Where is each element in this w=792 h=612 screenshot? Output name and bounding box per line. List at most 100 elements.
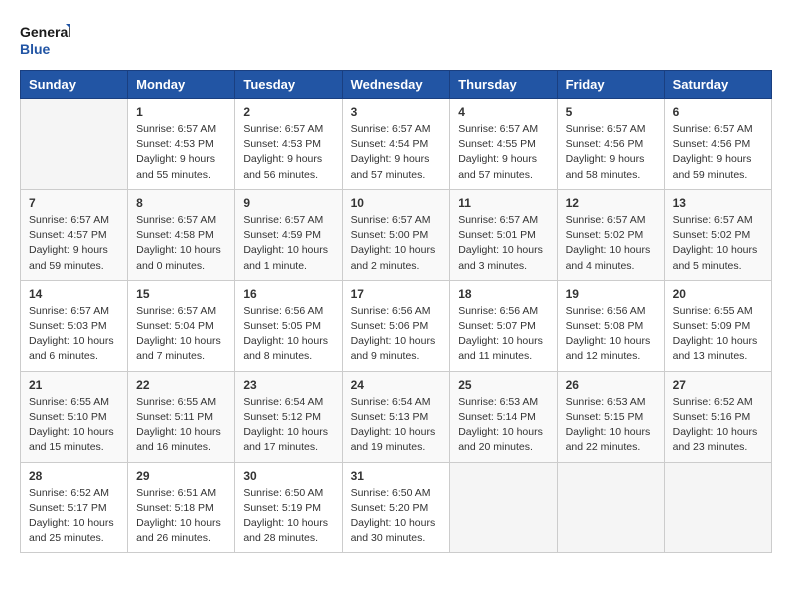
day-number: 14	[29, 287, 119, 301]
day-number: 11	[458, 196, 548, 210]
day-number: 18	[458, 287, 548, 301]
calendar-cell: 26Sunrise: 6:53 AMSunset: 5:15 PMDayligh…	[557, 371, 664, 462]
day-number: 27	[673, 378, 763, 392]
calendar-cell: 11 Sunrise: 6:57 AMSunset: 5:01 PMDayligh…	[450, 189, 557, 280]
day-info: Sunrise: 6:57 AMSunset: 4:58 PMDaylight:…	[136, 213, 226, 274]
day-number: 24	[351, 378, 442, 392]
day-info: Sunrise: 6:52 AMSunset: 5:16 PMDaylight:…	[673, 395, 763, 456]
calendar-cell: 17Sunrise: 6:56 AMSunset: 5:06 PMDayligh…	[342, 280, 450, 371]
weekday-header: Tuesday	[235, 71, 342, 99]
day-info: Sunrise: 6:57 AMSunset: 4:59 PMDaylight:…	[243, 213, 333, 274]
calendar-table: SundayMondayTuesdayWednesdayThursdayFrid…	[20, 70, 772, 553]
svg-text:General: General	[20, 24, 70, 40]
day-number: 22	[136, 378, 226, 392]
page-header: General Blue	[20, 20, 772, 60]
day-number: 23	[243, 378, 333, 392]
day-info: Sunrise: 6:52 AMSunset: 5:17 PMDaylight:…	[29, 486, 119, 547]
day-number: 12	[566, 196, 656, 210]
day-info: Sunrise: 6:57 AMSunset: 4:53 PMDaylight:…	[136, 122, 226, 183]
day-info: Sunrise: 6:57 AMSunset: 4:56 PMDaylight:…	[566, 122, 656, 183]
calendar-header-row: SundayMondayTuesdayWednesdayThursdayFrid…	[21, 71, 772, 99]
calendar-week-row: 21 Sunrise: 6:55 AMSunset: 5:10 PMDayligh…	[21, 371, 772, 462]
day-info: Sunrise: 6:57 AMSunset: 5:00 PMDaylight:…	[351, 213, 442, 274]
day-info: Sunrise: 6:56 AMSunset: 5:05 PMDaylight:…	[243, 304, 333, 365]
day-number: 4	[458, 105, 548, 119]
calendar-week-row: 28 Sunrise: 6:52 AMSunset: 5:17 PMDayligh…	[21, 462, 772, 553]
day-number: 31	[351, 469, 442, 483]
calendar-cell: 28 Sunrise: 6:52 AMSunset: 5:17 PMDayligh…	[21, 462, 128, 553]
calendar-cell: 14 Sunrise: 6:57 AMSunset: 5:03 PMDayligh…	[21, 280, 128, 371]
day-info: Sunrise: 6:57 AMSunset: 4:55 PMDaylight:…	[458, 122, 548, 183]
calendar-cell	[664, 462, 771, 553]
day-info: Sunrise: 6:57 AMSunset: 5:03 PMDaylight:…	[29, 304, 119, 365]
day-info: Sunrise: 6:56 AMSunset: 5:07 PMDaylight:…	[458, 304, 548, 365]
day-number: 5	[566, 105, 656, 119]
calendar-week-row: 14 Sunrise: 6:57 AMSunset: 5:03 PMDayligh…	[21, 280, 772, 371]
weekday-header: Saturday	[664, 71, 771, 99]
calendar-cell: 12 Sunrise: 6:57 AMSunset: 5:02 PMDayligh…	[557, 189, 664, 280]
day-number: 28	[29, 469, 119, 483]
svg-text:Blue: Blue	[20, 41, 51, 57]
day-info: Sunrise: 6:55 AMSunset: 5:10 PMDaylight:…	[29, 395, 119, 456]
day-info: Sunrise: 6:54 AMSunset: 5:13 PMDaylight:…	[351, 395, 442, 456]
calendar-cell: 5 Sunrise: 6:57 AMSunset: 4:56 PMDaylight…	[557, 99, 664, 190]
calendar-cell: 23 Sunrise: 6:54 AMSunset: 5:12 PMDayligh…	[235, 371, 342, 462]
day-number: 29	[136, 469, 226, 483]
day-number: 21	[29, 378, 119, 392]
calendar-cell	[557, 462, 664, 553]
day-info: Sunrise: 6:50 AMSunset: 5:19 PMDaylight:…	[243, 486, 333, 547]
calendar-cell: 24 Sunrise: 6:54 AMSunset: 5:13 PMDayligh…	[342, 371, 450, 462]
day-info: Sunrise: 6:55 AMSunset: 5:09 PMDaylight:…	[673, 304, 763, 365]
weekday-header: Wednesday	[342, 71, 450, 99]
weekday-header: Monday	[128, 71, 235, 99]
calendar-cell: 8 Sunrise: 6:57 AMSunset: 4:58 PMDaylight…	[128, 189, 235, 280]
day-info: Sunrise: 6:57 AMSunset: 4:56 PMDaylight:…	[673, 122, 763, 183]
day-info: Sunrise: 6:54 AMSunset: 5:12 PMDaylight:…	[243, 395, 333, 456]
day-number: 19	[566, 287, 656, 301]
day-info: Sunrise: 6:57 AMSunset: 4:54 PMDaylight:…	[351, 122, 442, 183]
day-info: Sunrise: 6:57 AMSunset: 5:01 PMDaylight:…	[458, 213, 548, 274]
day-number: 13	[673, 196, 763, 210]
weekday-header: Thursday	[450, 71, 557, 99]
day-number: 20	[673, 287, 763, 301]
calendar-cell: 4 Sunrise: 6:57 AMSunset: 4:55 PMDaylight…	[450, 99, 557, 190]
day-number: 16	[243, 287, 333, 301]
day-number: 3	[351, 105, 442, 119]
calendar-cell: 30 Sunrise: 6:50 AMSunset: 5:19 PMDayligh…	[235, 462, 342, 553]
day-info: Sunrise: 6:53 AMSunset: 5:14 PMDaylight:…	[458, 395, 548, 456]
day-number: 1	[136, 105, 226, 119]
day-number: 30	[243, 469, 333, 483]
day-number: 10	[351, 196, 442, 210]
calendar-cell: 15Sunrise: 6:57 AMSunset: 5:04 PMDayligh…	[128, 280, 235, 371]
calendar-cell: 27 Sunrise: 6:52 AMSunset: 5:16 PMDayligh…	[664, 371, 771, 462]
day-info: Sunrise: 6:57 AMSunset: 5:04 PMDaylight:…	[136, 304, 226, 365]
calendar-cell: 9 Sunrise: 6:57 AMSunset: 4:59 PMDaylight…	[235, 189, 342, 280]
day-info: Sunrise: 6:57 AMSunset: 4:53 PMDaylight:…	[243, 122, 333, 183]
calendar-week-row: 7 Sunrise: 6:57 AMSunset: 4:57 PMDaylight…	[21, 189, 772, 280]
day-info: Sunrise: 6:55 AMSunset: 5:11 PMDaylight:…	[136, 395, 226, 456]
day-info: Sunrise: 6:57 AMSunset: 4:57 PMDaylight:…	[29, 213, 119, 274]
calendar-cell: 20 Sunrise: 6:55 AMSunset: 5:09 PMDayligh…	[664, 280, 771, 371]
weekday-header: Friday	[557, 71, 664, 99]
calendar-cell: 16 Sunrise: 6:56 AMSunset: 5:05 PMDayligh…	[235, 280, 342, 371]
day-number: 26	[566, 378, 656, 392]
day-info: Sunrise: 6:56 AMSunset: 5:06 PMDaylight:…	[351, 304, 442, 365]
calendar-cell: 19 Sunrise: 6:56 AMSunset: 5:08 PMDayligh…	[557, 280, 664, 371]
day-number: 9	[243, 196, 333, 210]
calendar-cell: 2 Sunrise: 6:57 AMSunset: 4:53 PMDaylight…	[235, 99, 342, 190]
calendar-cell: 1 Sunrise: 6:57 AMSunset: 4:53 PMDaylight…	[128, 99, 235, 190]
day-number: 2	[243, 105, 333, 119]
calendar-cell: 3 Sunrise: 6:57 AMSunset: 4:54 PMDaylight…	[342, 99, 450, 190]
day-number: 6	[673, 105, 763, 119]
day-number: 25	[458, 378, 548, 392]
day-info: Sunrise: 6:50 AMSunset: 5:20 PMDaylight:…	[351, 486, 442, 547]
day-info: Sunrise: 6:56 AMSunset: 5:08 PMDaylight:…	[566, 304, 656, 365]
calendar-cell	[450, 462, 557, 553]
day-number: 8	[136, 196, 226, 210]
day-info: Sunrise: 6:57 AMSunset: 5:02 PMDaylight:…	[566, 213, 656, 274]
day-number: 7	[29, 196, 119, 210]
calendar-cell	[21, 99, 128, 190]
calendar-cell: 13Sunrise: 6:57 AMSunset: 5:02 PMDayligh…	[664, 189, 771, 280]
calendar-cell: 6 Sunrise: 6:57 AMSunset: 4:56 PMDaylight…	[664, 99, 771, 190]
calendar-cell: 21 Sunrise: 6:55 AMSunset: 5:10 PMDayligh…	[21, 371, 128, 462]
